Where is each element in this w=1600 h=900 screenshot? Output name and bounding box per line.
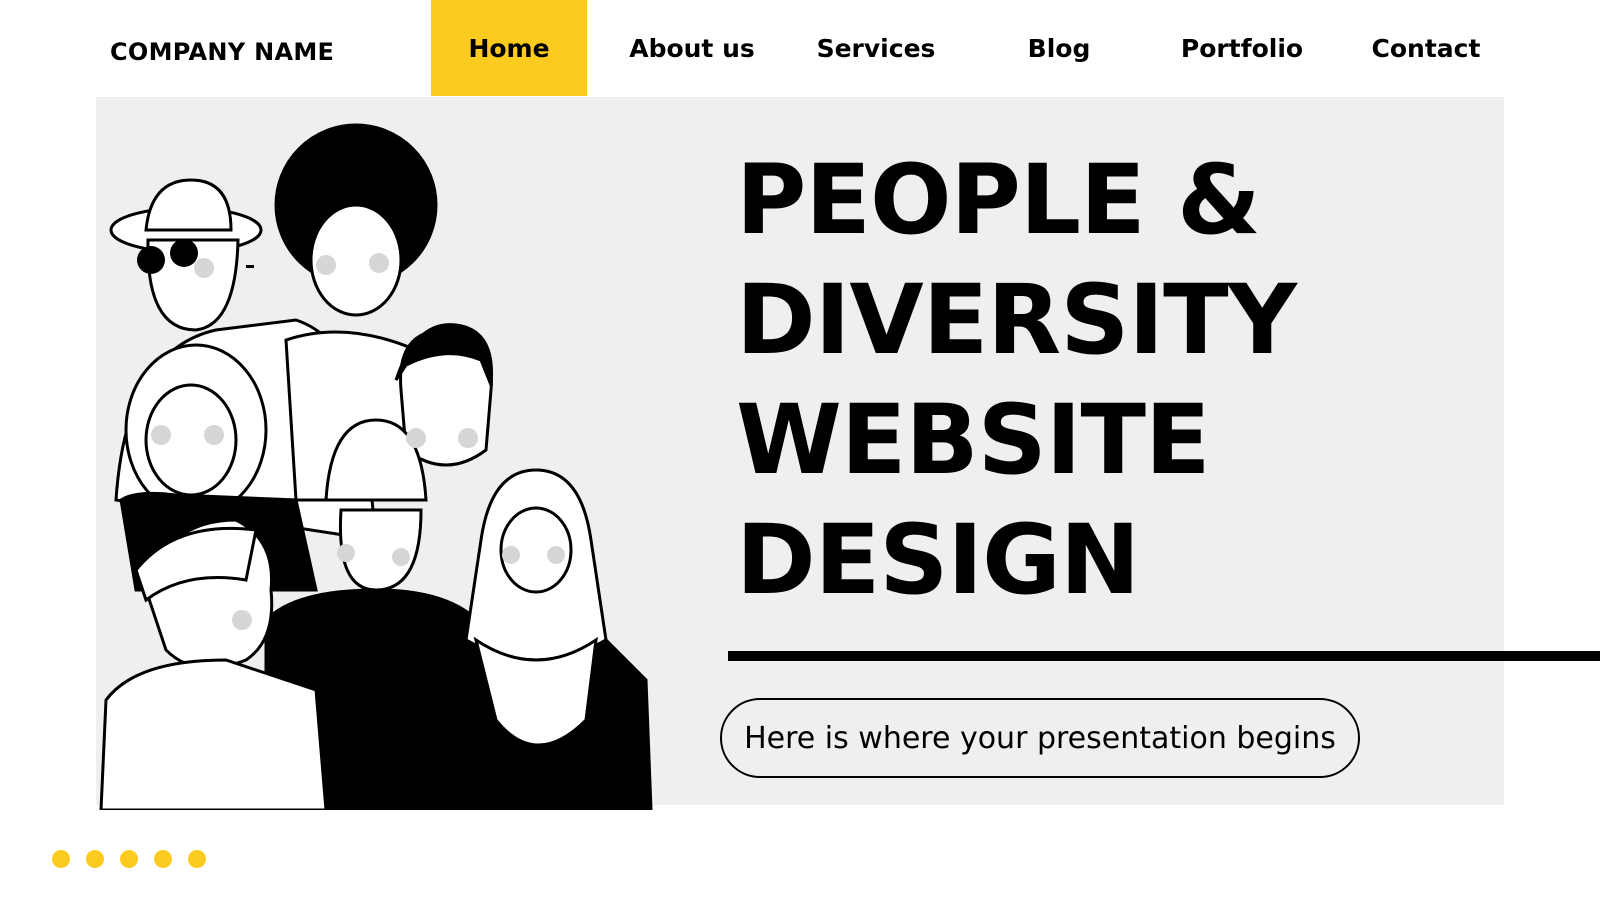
title-line: DESIGN xyxy=(736,504,1140,616)
title-line: DIVERSITY xyxy=(736,264,1297,376)
subtitle-text: Here is where your presentation begins xyxy=(744,720,1336,756)
subtitle-pill[interactable]: Here is where your presentation begins xyxy=(720,698,1360,778)
hero-title: PEOPLE & DIVERSITY WEBSITE DESIGN xyxy=(736,140,1297,620)
nav-services[interactable]: Services xyxy=(798,0,954,96)
title-line: PEOPLE & xyxy=(736,144,1261,256)
page-dot[interactable] xyxy=(52,850,70,868)
page-dot[interactable] xyxy=(154,850,172,868)
pagination-dots xyxy=(52,850,206,868)
title-line: WEBSITE xyxy=(736,384,1211,496)
nav-portfolio[interactable]: Portfolio xyxy=(1164,0,1320,96)
nav-home[interactable]: Home xyxy=(431,0,587,96)
nav-about-us[interactable]: About us xyxy=(614,0,770,96)
company-name[interactable]: COMPANY NAME xyxy=(110,38,334,66)
top-navigation: COMPANY NAME Home About us Services Blog… xyxy=(0,0,1600,96)
people-illustration xyxy=(99,123,653,810)
nav-contact[interactable]: Contact xyxy=(1348,0,1504,96)
nav-blog[interactable]: Blog xyxy=(981,0,1137,96)
page-dot[interactable] xyxy=(86,850,104,868)
page-dot[interactable] xyxy=(188,850,206,868)
divider xyxy=(728,651,1600,661)
page-dot[interactable] xyxy=(120,850,138,868)
